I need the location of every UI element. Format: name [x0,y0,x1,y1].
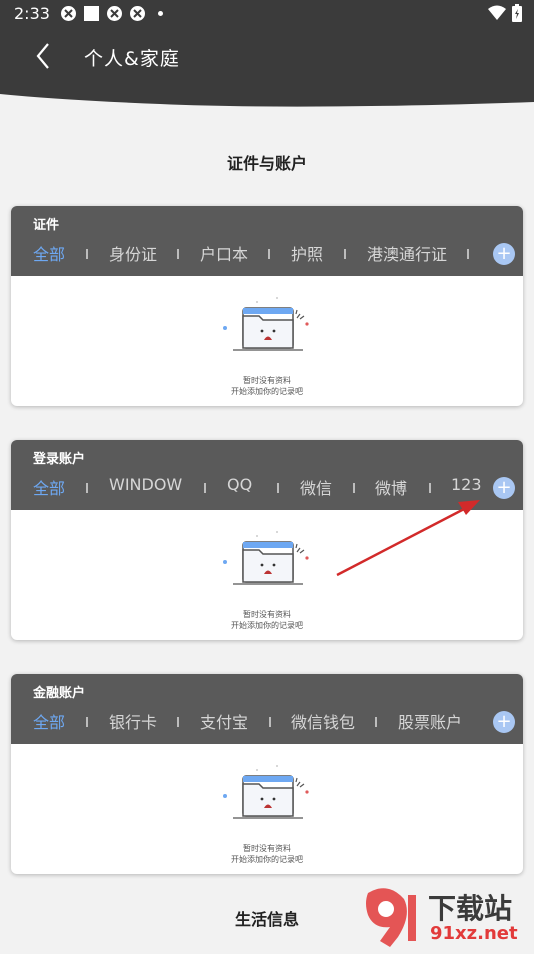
tab-stock-account[interactable]: 股票账户 [398,709,462,733]
tab-divider [467,249,469,259]
tab-alipay[interactable]: 支付宝 [200,709,248,733]
card-header: 证件 全部 身份证 户口本 护照 港澳通行证 + [11,206,523,276]
tab-divider [177,249,179,259]
tab-all[interactable]: 全部 [33,709,65,733]
tab-divider [86,249,88,259]
tab-divider [344,249,346,259]
section-title-certificates-accounts: 证件与账户 [226,154,307,173]
tab-bar: 全部 WINDOW QQ 微信 微博 1230 [11,472,481,502]
more-notifications-dot-icon [158,11,163,16]
add-financial-account-button[interactable]: + [493,711,515,733]
tab-all[interactable]: 全部 [33,475,65,499]
financial-accounts-card: 金融账户 全部 银行卡 支付宝 微信钱包 股票账户 + 暂时没有资料 开始添加你… [11,674,523,874]
empty-state: 暂时没有资料 开始添加你的记录吧 [11,276,523,406]
tab-1230[interactable]: 1230 [451,475,481,494]
empty-message: 暂时没有资料 [243,376,291,385]
wifi-icon [488,5,506,25]
empty-hint: 开始添加你的记录吧 [231,387,303,396]
app-notification-icon [129,5,146,22]
card-title: 登录账户 [33,452,86,467]
tab-qq[interactable]: QQ [227,475,252,494]
page-title: 个人&家庭 [84,48,180,70]
empty-folder-icon [223,297,309,351]
card-title: 证件 [33,218,60,233]
header-wave-decoration [0,88,534,107]
tab-divider [86,483,88,493]
tab-id-card[interactable]: 身份证 [109,241,157,265]
tab-hk-macau-pass[interactable]: 港澳通行证 [367,241,447,265]
tab-divider [269,717,271,727]
certificates-card: 证件 全部 身份证 户口本 护照 港澳通行证 + 暂时没有资料 开始添加你的记录… [11,206,523,406]
tab-all[interactable]: 全部 [33,241,65,265]
battery-icon [512,4,522,26]
tab-divider [268,249,270,259]
empty-message: 暂时没有资料 [243,844,291,853]
tab-household-register[interactable]: 户口本 [200,241,248,265]
card-title: 金融账户 [33,686,86,701]
watermark-logo: 下载站 91xz.net [360,885,534,950]
watermark-brand: 下载站 [428,892,513,925]
card-header: 金融账户 全部 银行卡 支付宝 微信钱包 股票账户 + [11,674,523,744]
back-arrow-icon[interactable] [30,40,60,74]
tab-divider [204,483,206,493]
app-notification-icon [60,5,77,22]
tab-bar: 全部 银行卡 支付宝 微信钱包 股票账户 [11,706,481,736]
tab-bar: 全部 身份证 户口本 护照 港澳通行证 [11,238,481,268]
square-notification-icon [83,5,100,22]
tab-wechat-wallet[interactable]: 微信钱包 [291,709,355,733]
empty-hint: 开始添加你的记录吧 [231,855,303,864]
tab-wechat[interactable]: 微信 [300,475,332,499]
empty-state: 暂时没有资料 开始添加你的记录吧 [11,510,523,640]
empty-folder-icon [223,531,309,585]
empty-hint: 开始添加你的记录吧 [231,621,303,630]
tab-divider [86,717,88,727]
add-certificate-button[interactable]: + [493,243,515,265]
tab-passport[interactable]: 护照 [291,241,323,265]
app-top-bar: 2:33 个人&家庭 [0,0,534,90]
login-accounts-card: 登录账户 全部 WINDOW QQ 微信 微博 1230 + [11,440,523,640]
tab-bank-card[interactable]: 银行卡 [109,709,157,733]
empty-message: 暂时没有资料 [243,610,291,619]
add-login-account-button[interactable]: + [493,477,515,499]
tab-window[interactable]: WINDOW [109,475,182,494]
empty-folder-icon [223,765,309,819]
status-time: 2:33 [14,4,50,23]
tab-divider [353,483,355,493]
tab-divider [375,717,377,727]
card-header: 登录账户 全部 WINDOW QQ 微信 微博 1230 + [11,440,523,510]
tab-divider [177,717,179,727]
tab-weibo[interactable]: 微博 [375,475,407,499]
tab-divider [429,483,431,493]
app-notification-icon [106,5,123,22]
watermark-url: 91xz.net [430,923,518,944]
tab-divider [277,483,279,493]
empty-state: 暂时没有资料 开始添加你的记录吧 [11,744,523,874]
status-bar: 2:33 [0,0,534,28]
